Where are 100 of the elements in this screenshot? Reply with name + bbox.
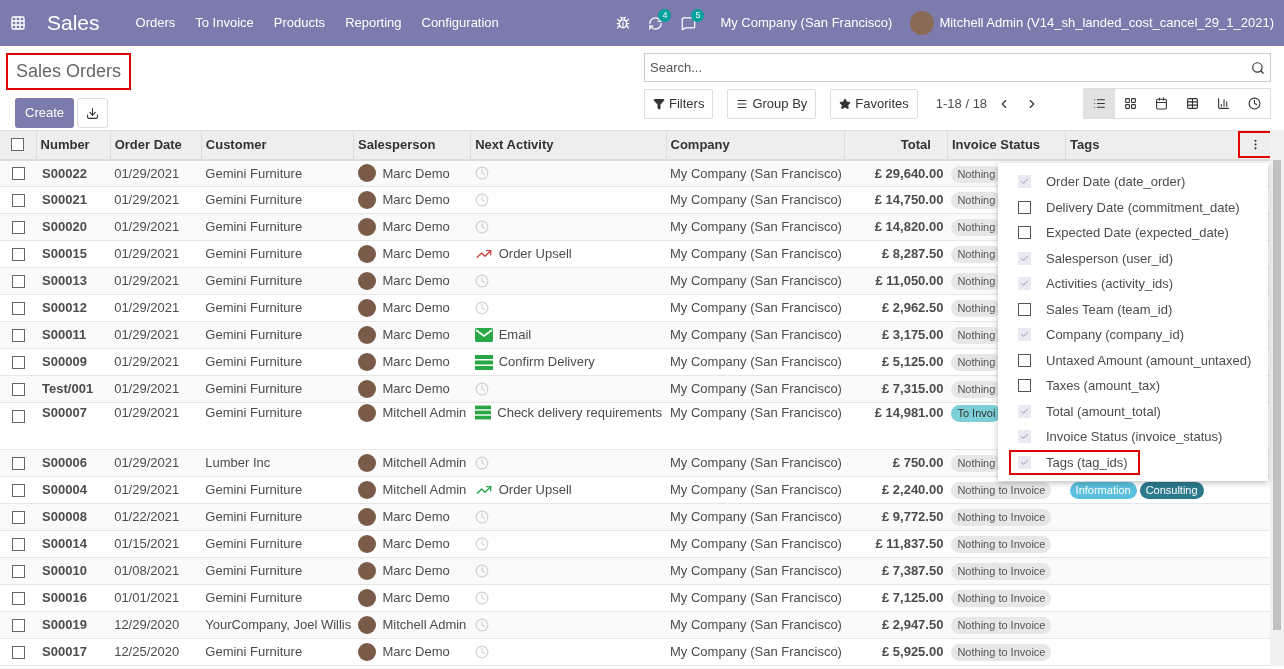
option-checkbox[interactable]	[1018, 353, 1031, 367]
column-toggle-option[interactable]: Expected Date (expected_date)	[1009, 220, 1241, 246]
column-header[interactable]: Company	[666, 130, 845, 160]
menu-icon	[736, 97, 749, 110]
option-checkbox[interactable]	[1018, 455, 1031, 469]
row-checkbox[interactable]	[11, 382, 25, 396]
option-checkbox[interactable]	[1018, 277, 1031, 291]
option-checkbox[interactable]	[1018, 302, 1031, 316]
avatar	[357, 353, 376, 371]
column-toggle-option[interactable]: Sales Team (team_id)	[1009, 296, 1185, 322]
column-header[interactable]: Total	[844, 130, 948, 160]
search-field[interactable]: Search...	[644, 53, 1271, 82]
activity-icon[interactable]	[648, 15, 664, 31]
view-switch-button[interactable]	[1084, 89, 1115, 118]
search-icon[interactable]	[1251, 60, 1265, 75]
activity-label[interactable]: Order Upsell	[498, 480, 572, 500]
column-toggle-option[interactable]: Order Date (date_order)	[1009, 169, 1198, 195]
column-header[interactable]: Customer	[201, 130, 354, 160]
salesperson-name: Marc Demo	[382, 353, 450, 372]
download-button[interactable]	[77, 98, 109, 128]
chat-icon[interactable]	[681, 15, 697, 31]
order-total: £ 5,925.00	[844, 638, 948, 666]
nav-menu-item[interactable]: Reporting	[345, 13, 402, 33]
nav-menu-item[interactable]: Configuration	[421, 13, 499, 33]
row-checkbox[interactable]	[11, 591, 25, 605]
column-toggle-option[interactable]: Activities (activity_ids)	[1009, 271, 1186, 297]
row-checkbox[interactable]	[11, 456, 25, 470]
column-toggle-option[interactable]: Invoice Status (invoice_status)	[1009, 424, 1235, 450]
column-header[interactable]: Number	[36, 130, 111, 160]
activity-label[interactable]: Order Upsell	[498, 244, 572, 264]
option-checkbox[interactable]	[1018, 226, 1031, 240]
order-number: Test/001	[36, 375, 111, 403]
row-checkbox[interactable]	[11, 564, 25, 578]
filter-icon	[653, 97, 665, 110]
customer-name: Gemini Furniture	[201, 375, 354, 403]
row-checkbox[interactable]	[11, 247, 25, 261]
column-toggle-option[interactable]: Total (amount_total)	[1009, 398, 1173, 424]
row-checkbox[interactable]	[11, 537, 25, 551]
activity-label[interactable]: Check delivery requirements	[497, 403, 662, 423]
customer-name: Gemini Furniture	[201, 348, 354, 376]
company-name: My Company (San Francisco)	[666, 186, 845, 214]
row-checkbox[interactable]	[11, 301, 25, 315]
column-header[interactable]: Next Activity	[470, 130, 666, 160]
row-checkbox[interactable]	[11, 274, 25, 288]
search-option-button[interactable]: Filters	[644, 88, 714, 119]
row-checkbox[interactable]	[11, 193, 25, 207]
row-checkbox[interactable]	[11, 328, 25, 342]
order-number: S00015	[36, 240, 111, 268]
option-label: Delivery Date (commitment_date)	[1046, 198, 1240, 217]
avatar	[357, 326, 376, 344]
column-toggle-option[interactable]: Untaxed Amount (amount_untaxed)	[1009, 347, 1264, 373]
salesperson-name: Mitchell Admin	[382, 454, 467, 473]
row-checkbox[interactable]	[11, 483, 25, 497]
option-checkbox[interactable]	[1018, 430, 1031, 444]
app-name[interactable]: Sales	[47, 7, 100, 39]
option-checkbox[interactable]	[1018, 328, 1031, 342]
column-toggle-option[interactable]: Company (company_id)	[1009, 322, 1196, 348]
nav-menu-item[interactable]: Products	[273, 13, 326, 33]
search-option-button[interactable]: Favorites	[830, 88, 918, 119]
order-total: £ 14,820.00	[844, 213, 948, 241]
column-header[interactable]: Invoice Status	[947, 130, 1066, 160]
option-checkbox[interactable]	[1018, 404, 1031, 418]
option-checkbox[interactable]	[1018, 379, 1031, 393]
column-toggle-option[interactable]: Tags (tag_ids)	[1009, 449, 1140, 475]
row-checkbox[interactable]	[11, 510, 25, 524]
select-all-checkbox[interactable]	[11, 138, 25, 152]
column-toggle-option[interactable]: Delivery Date (commitment_date)	[1009, 194, 1252, 220]
row-checkbox[interactable]	[11, 645, 25, 659]
row-checkbox[interactable]	[11, 355, 25, 369]
column-header[interactable]: Salesperson	[353, 130, 471, 160]
search-input[interactable]: Search...	[650, 57, 1251, 78]
avatar	[357, 589, 376, 607]
order-total: £ 5,125.00	[844, 348, 948, 376]
create-button[interactable]: Create	[15, 98, 75, 128]
column-toggle-option[interactable]: Salesperson (user_id)	[1009, 245, 1186, 271]
activity-label[interactable]: Email	[498, 325, 532, 345]
option-checkbox[interactable]	[1018, 200, 1031, 214]
scrollbar[interactable]	[1270, 130, 1284, 666]
row-checkbox[interactable]	[11, 618, 25, 632]
option-checkbox[interactable]	[1018, 175, 1031, 189]
activity-label[interactable]: Confirm Delivery	[498, 352, 595, 372]
search-option-button[interactable]: Group By	[727, 88, 817, 119]
pager-value[interactable]: 1-18 / 18	[935, 93, 988, 114]
column-header[interactable]: Order Date	[110, 130, 202, 160]
option-checkbox[interactable]	[1018, 251, 1031, 265]
company-name: My Company (San Francisco)	[666, 375, 845, 403]
row-checkbox[interactable]	[11, 410, 25, 423]
activity-count-badge: 4	[658, 8, 672, 22]
column-toggle-option[interactable]: Taxes (amount_tax)	[1009, 373, 1173, 399]
apps-menu-icon[interactable]	[10, 15, 26, 31]
order-total: £ 11,050.00	[844, 267, 948, 295]
row-checkbox[interactable]	[11, 220, 25, 234]
nav-menu-item[interactable]: To Invoice	[195, 13, 254, 33]
row-checkbox[interactable]	[11, 166, 25, 180]
bug-icon[interactable]	[616, 16, 631, 30]
salesperson-name: Marc Demo	[382, 272, 450, 291]
user-menu[interactable]: Mitchell Admin (V14_sh_landed_cost_cancel_29_1_2021)	[939, 13, 1274, 33]
nav-menu-item[interactable]: Orders	[135, 13, 176, 33]
column-header[interactable]: Tags	[1065, 130, 1238, 160]
company-switcher[interactable]: My Company (San Francisco)	[720, 13, 893, 33]
